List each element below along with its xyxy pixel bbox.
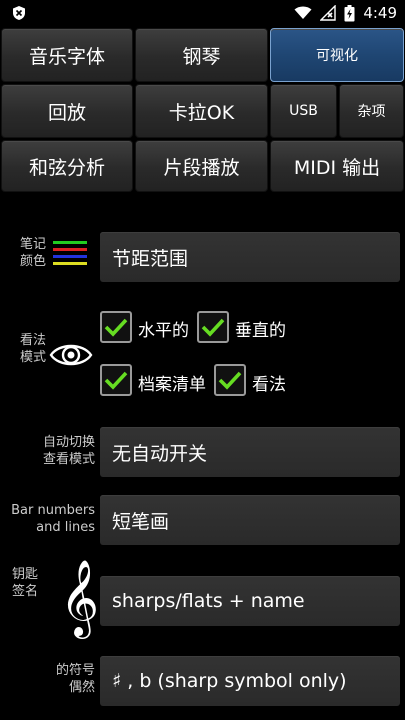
note-color-label-line1: 笔记: [19, 237, 46, 252]
accidentals-label-line1: 的符号: [55, 663, 95, 678]
key-signature-label: 钥匙 签名: [4, 566, 38, 600]
tab-usb[interactable]: USB: [270, 84, 337, 138]
tab-segment-play[interactable]: 片段播放: [135, 140, 268, 192]
view-mode-label-line1: 看法: [19, 333, 46, 348]
horizontal-label: 水平的: [138, 321, 189, 341]
file-list-checkbox[interactable]: [100, 364, 132, 396]
wifi-icon: [294, 6, 312, 20]
bar-numbers-label-line1: Bar numbers: [11, 503, 95, 518]
horizontal-checkbox[interactable]: [100, 311, 132, 343]
bar-numbers-select[interactable]: 短笔画: [100, 495, 400, 545]
bar-numbers-label-line2: and lines: [36, 520, 95, 535]
tab-midi-output[interactable]: MIDI 输出: [270, 140, 404, 192]
status-bar: 4:49: [0, 0, 405, 26]
vertical-checkbox[interactable]: [197, 311, 229, 343]
checkmark-icon: [104, 371, 128, 390]
checkmark-icon: [104, 318, 128, 337]
tab-karaoke[interactable]: 卡拉OK: [135, 84, 268, 138]
key-signature-label-line1: 钥匙: [11, 567, 38, 582]
tab-misc[interactable]: 杂项: [339, 84, 404, 138]
note-color-label-line2: 颜色: [19, 254, 46, 269]
status-time: 4:49: [363, 4, 397, 22]
accidentals-label: 的符号 偶然: [4, 662, 95, 696]
bar-numbers-label: Bar numbers and lines: [2, 502, 95, 536]
tab-playback[interactable]: 回放: [1, 84, 133, 138]
battery-icon: [344, 4, 355, 22]
accidentals-select[interactable]: ♯ , b (sharp symbol only): [100, 656, 400, 706]
auto-switch-select[interactable]: 无自动开关: [100, 427, 400, 477]
checkmark-icon: [218, 371, 242, 390]
view-checkbox[interactable]: [214, 364, 246, 396]
view-label: 看法: [252, 375, 286, 395]
view-mode-label: 看法 模式: [8, 332, 46, 366]
auto-switch-label-line1: 自动切换: [42, 435, 95, 450]
note-color-label: 笔记 颜色: [8, 236, 46, 270]
accidentals-label-line2: 偶然: [68, 680, 95, 695]
key-signature-label-line2: 签名: [11, 584, 38, 599]
checkmark-icon: [201, 318, 225, 337]
note-color-select[interactable]: 节距范围: [100, 232, 400, 282]
shield-icon: [12, 5, 26, 21]
note-color-swatch: [53, 241, 87, 269]
vertical-label: 垂直的: [235, 321, 286, 341]
auto-switch-label: 自动切换 查看模式: [4, 434, 95, 468]
auto-switch-label-line2: 查看模式: [42, 452, 95, 467]
tab-visualize[interactable]: 可视化: [270, 28, 404, 82]
treble-clef-icon: 𝄞: [60, 559, 100, 636]
view-mode-label-line2: 模式: [19, 350, 46, 365]
no-signal-icon: [320, 5, 337, 21]
file-list-label: 档案清单: [138, 375, 206, 395]
tab-music-font[interactable]: 音乐字体: [1, 28, 133, 82]
tab-chord-analysis[interactable]: 和弦分析: [1, 140, 133, 192]
eye-icon: [49, 340, 93, 374]
key-signature-select[interactable]: sharps/flats + name: [100, 576, 400, 626]
tab-piano[interactable]: 钢琴: [135, 28, 268, 82]
